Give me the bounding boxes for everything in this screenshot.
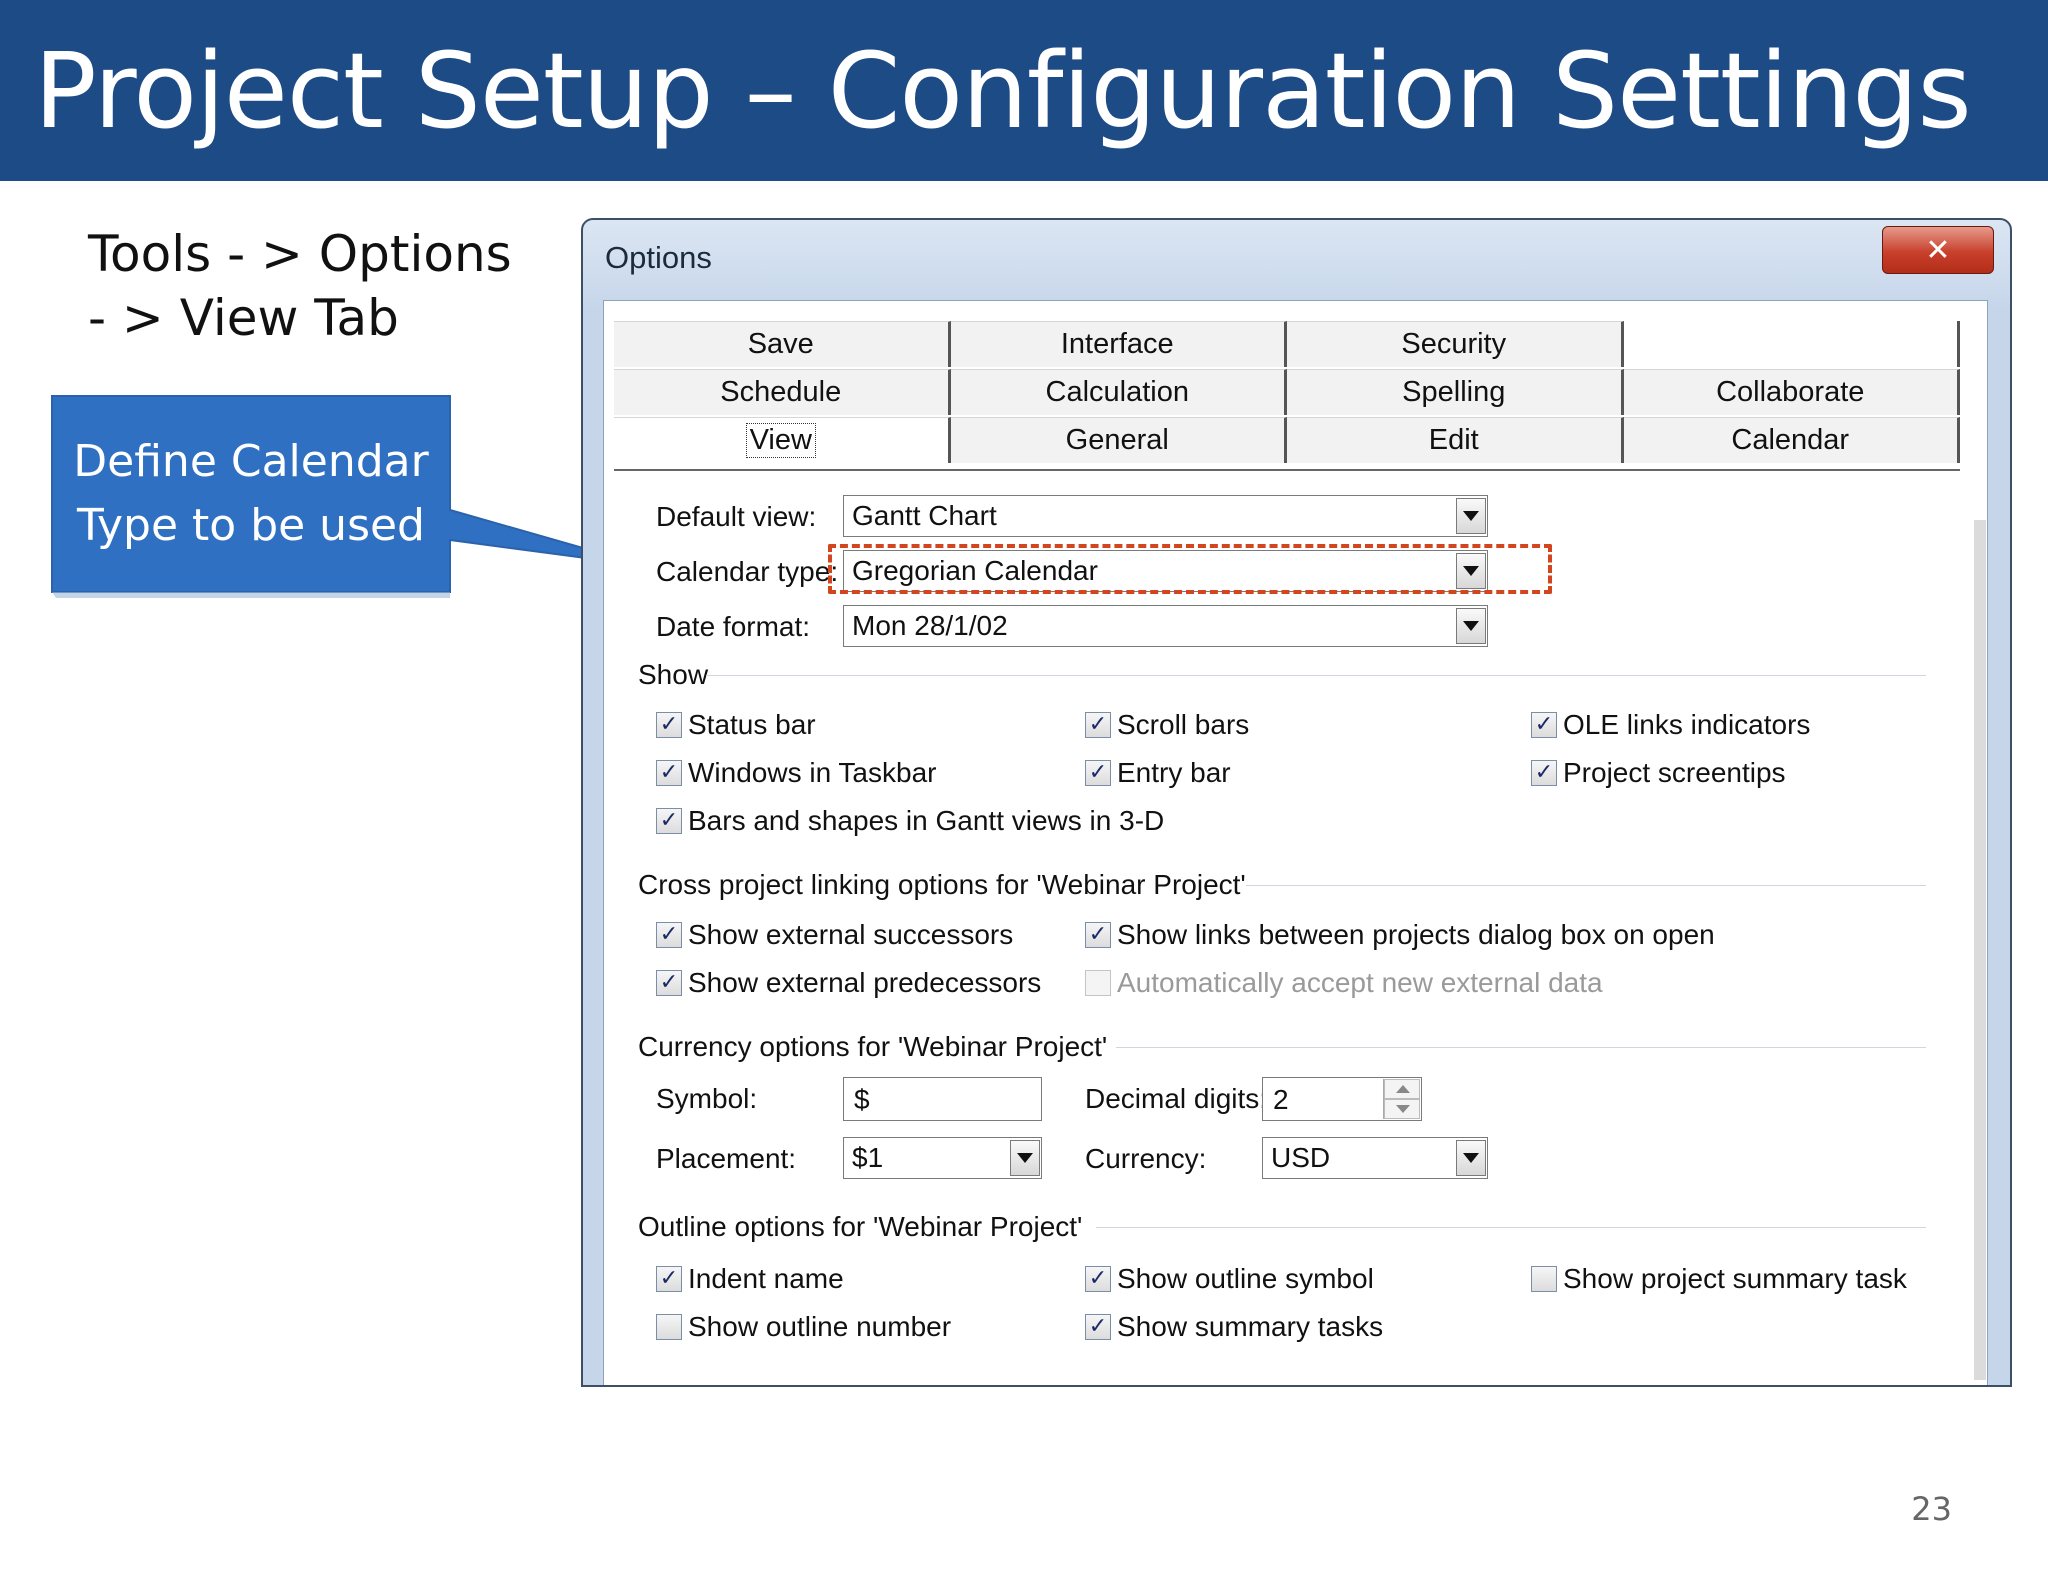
checkbox-checked-icon: ✓ xyxy=(1085,922,1111,948)
tab-empty-slot xyxy=(1624,321,1960,367)
checkbox-checked-icon: ✓ xyxy=(1085,1314,1111,1340)
checkbox-unchecked-icon xyxy=(1531,1266,1557,1292)
indent-name-checkbox[interactable]: ✓ Indent name xyxy=(656,1263,844,1295)
auto-accept-external-data-checkbox[interactable]: Automatically accept new external data xyxy=(1085,967,1603,999)
windows-in-taskbar-checkbox[interactable]: ✓ Windows in Taskbar xyxy=(656,757,936,789)
decimal-digits-label: Decimal digits: xyxy=(1085,1083,1268,1114)
date-format-value: Mon 28/1/02 xyxy=(852,610,1008,641)
tab-view[interactable]: View xyxy=(614,417,951,463)
checkbox-checked-icon: ✓ xyxy=(1085,1266,1111,1292)
dialog-title: Options xyxy=(605,240,712,275)
tab-calculation[interactable]: Calculation xyxy=(950,369,1287,415)
calendar-type-label: Calendar type: xyxy=(656,556,839,587)
currency-label: Currency: xyxy=(1085,1143,1207,1174)
dialog-client-area: Save Interface Security Schedule Calcula… xyxy=(603,300,1988,1385)
status-bar-checkbox[interactable]: ✓ Status bar xyxy=(656,709,816,741)
group-divider xyxy=(1096,1227,1926,1228)
group-divider xyxy=(706,675,1926,676)
show-outline-number-checkbox[interactable]: Show outline number xyxy=(656,1311,951,1343)
nav-line-1: Tools - > Options xyxy=(88,225,512,283)
currency-group-label: Currency options for 'Webinar Project' xyxy=(638,1031,1108,1062)
slide-title-bar: Project Setup – Configuration Settings xyxy=(0,0,2048,181)
checkbox-checked-icon: ✓ xyxy=(1085,712,1111,738)
currency-symbol-input[interactable]: $ xyxy=(843,1077,1042,1121)
close-button[interactable]: ✕ xyxy=(1882,226,1994,274)
currency-symbol-value: $ xyxy=(854,1084,870,1115)
page-number: 23 xyxy=(1911,1490,1952,1528)
show-external-successors-checkbox[interactable]: ✓ Show external successors xyxy=(656,919,1013,951)
tab-collaborate[interactable]: Collaborate xyxy=(1623,369,1960,415)
outline-group-label: Outline options for 'Webinar Project' xyxy=(638,1211,1083,1242)
chevron-down-icon[interactable] xyxy=(1456,1140,1486,1176)
checkbox-checked-icon: ✓ xyxy=(1531,760,1557,786)
show-links-dialog-checkbox[interactable]: ✓ Show links between projects dialog box … xyxy=(1085,919,1715,951)
group-divider xyxy=(1246,885,1926,886)
entry-bar-checkbox[interactable]: ✓ Entry bar xyxy=(1085,757,1231,789)
view-tab-content: Default view: Gantt Chart Calendar type:… xyxy=(616,471,1958,1381)
checkbox-checked-icon: ✓ xyxy=(656,712,682,738)
ole-links-indicators-checkbox[interactable]: ✓ OLE links indicators xyxy=(1531,709,1810,741)
navigation-instructions: Tools - > Options - > View Tab xyxy=(88,222,512,350)
checkbox-checked-icon: ✓ xyxy=(656,760,682,786)
default-view-value: Gantt Chart xyxy=(852,500,997,531)
tab-general[interactable]: General xyxy=(950,417,1287,463)
group-divider xyxy=(1116,1047,1926,1048)
placement-label: Placement: xyxy=(656,1143,797,1174)
tab-security[interactable]: Security xyxy=(1287,321,1624,367)
calendar-type-highlight xyxy=(828,544,1552,594)
date-format-dropdown[interactable]: Mon 28/1/02 xyxy=(843,605,1488,647)
show-project-summary-task-checkbox[interactable]: Show project summary task xyxy=(1531,1263,1907,1295)
chevron-down-icon[interactable] xyxy=(1010,1140,1040,1176)
nav-line-2: - > View Tab xyxy=(88,289,399,347)
tab-schedule[interactable]: Schedule xyxy=(614,369,951,415)
placement-value: $1 xyxy=(852,1142,884,1173)
checkbox-unchecked-icon xyxy=(1085,970,1111,996)
default-view-dropdown[interactable]: Gantt Chart xyxy=(843,495,1488,537)
project-screentips-checkbox[interactable]: ✓ Project screentips xyxy=(1531,757,1786,789)
spin-down-icon[interactable] xyxy=(1384,1099,1420,1119)
chevron-down-icon[interactable] xyxy=(1456,608,1486,644)
spin-up-icon[interactable] xyxy=(1384,1079,1420,1099)
decimal-digits-value: 2 xyxy=(1273,1084,1289,1115)
callout-line-2: Type to be used xyxy=(76,500,425,551)
background-scrollbar-edge xyxy=(1974,520,1986,1380)
placement-dropdown[interactable]: $1 xyxy=(843,1137,1042,1179)
cross-project-group-label: Cross project linking options for 'Webin… xyxy=(638,869,1246,900)
scroll-bars-checkbox[interactable]: ✓ Scroll bars xyxy=(1085,709,1249,741)
callout-text: Define Calendar Type to be used xyxy=(52,430,450,558)
default-view-label: Default view: xyxy=(656,501,817,532)
close-icon: ✕ xyxy=(1925,232,1951,268)
tab-strip: Save Interface Security Schedule Calcula… xyxy=(614,321,1960,467)
tab-calendar[interactable]: Calendar xyxy=(1623,417,1960,463)
checkbox-checked-icon: ✓ xyxy=(656,970,682,996)
tab-interface[interactable]: Interface xyxy=(950,321,1287,367)
show-summary-tasks-checkbox[interactable]: ✓ Show summary tasks xyxy=(1085,1311,1383,1343)
show-external-predecessors-checkbox[interactable]: ✓ Show external predecessors xyxy=(656,967,1041,999)
options-dialog: Options ✕ Save Interface Security Schedu… xyxy=(581,218,2012,1387)
checkbox-checked-icon: ✓ xyxy=(1531,712,1557,738)
checkbox-unchecked-icon xyxy=(656,1314,682,1340)
currency-dropdown[interactable]: USD xyxy=(1262,1137,1488,1179)
checkbox-checked-icon: ✓ xyxy=(656,808,682,834)
show-outline-symbol-checkbox[interactable]: ✓ Show outline symbol xyxy=(1085,1263,1374,1295)
tab-edit[interactable]: Edit xyxy=(1287,417,1624,463)
bars-3d-checkbox[interactable]: ✓ Bars and shapes in Gantt views in 3-D xyxy=(656,805,1164,837)
symbol-label: Symbol: xyxy=(656,1083,758,1114)
tab-spelling[interactable]: Spelling xyxy=(1287,369,1624,415)
tab-save[interactable]: Save xyxy=(614,321,951,367)
currency-value: USD xyxy=(1271,1142,1331,1173)
checkbox-checked-icon: ✓ xyxy=(656,1266,682,1292)
spinner[interactable] xyxy=(1383,1079,1420,1119)
checkbox-checked-icon: ✓ xyxy=(1085,760,1111,786)
show-group-label: Show xyxy=(638,659,709,690)
chevron-down-icon[interactable] xyxy=(1456,498,1486,534)
slide-title: Project Setup – Configuration Settings xyxy=(34,30,1972,152)
checkbox-checked-icon: ✓ xyxy=(656,922,682,948)
date-format-label: Date format: xyxy=(656,611,811,642)
decimal-digits-stepper[interactable]: 2 xyxy=(1262,1077,1422,1121)
callout-line-1: Define Calendar xyxy=(73,436,429,487)
